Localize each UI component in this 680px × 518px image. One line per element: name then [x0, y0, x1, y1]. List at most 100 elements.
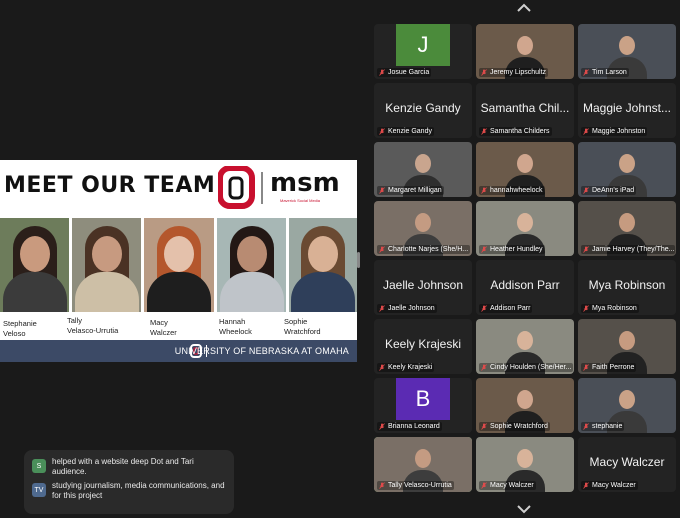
participant-tile[interactable]: Tim Larson: [578, 24, 676, 79]
participant-name: DeAnn's iPad: [592, 187, 635, 194]
muted-mic-icon: [583, 482, 589, 489]
logo-subtext: Maverick Social Media: [280, 198, 321, 203]
muted-mic-icon: [583, 246, 589, 253]
participant-tile[interactable]: Jaelle Johnson Jaelle Johnson: [374, 260, 472, 315]
chevron-down-icon[interactable]: [516, 504, 532, 514]
participant-name: Faith Perrone: [592, 364, 635, 371]
participant-name-label: Keely Krajeski: [377, 363, 435, 372]
slide-footer: UNIVERSITY OF NEBRASKA AT OMAHA: [0, 340, 357, 362]
chat-message: TV studying journalism, media communicat…: [32, 481, 226, 501]
participant-tile[interactable]: Kenzie Gandy Kenzie Gandy: [374, 83, 472, 138]
participant-display-name: Samantha Chil...: [480, 101, 570, 115]
participant-name: Kenzie Gandy: [388, 128, 432, 135]
team-photo-5: [289, 218, 357, 312]
chevron-up-icon[interactable]: [516, 3, 532, 13]
msm-logo: msm Maverick Social Media: [217, 165, 354, 210]
footer-text: UNIVERSITY OF NEBRASKA AT OMAHA: [174, 346, 349, 356]
participant-tile[interactable]: Addison Parr Addison Parr: [476, 260, 574, 315]
participant-name-label: Sophie Wratchford: [479, 422, 550, 431]
participant-tile[interactable]: Samantha Chil... Samantha Childers: [476, 83, 574, 138]
participant-tile[interactable]: Mya Robinson Mya Robinson: [578, 260, 676, 315]
participant-tile[interactable]: Heather Hundley: [476, 201, 574, 256]
participant-tile[interactable]: B Brianna Leonard: [374, 378, 472, 433]
participant-name-label: Brianna Leonard: [377, 422, 442, 431]
muted-mic-icon: [583, 423, 589, 430]
chat-preview[interactable]: S helped with a website deep Dot and Tar…: [24, 450, 234, 514]
participant-tile[interactable]: Charlotte Narjes (She/H...: [374, 201, 472, 256]
participant-tile[interactable]: Jamie Harvey (They/The...: [578, 201, 676, 256]
participant-name: Jeremy Lipschultz: [490, 69, 547, 76]
participant-name: Macy Walczer: [490, 482, 534, 489]
participant-name-label: stephanie: [581, 422, 625, 431]
logo-text: msm: [270, 168, 340, 198]
participant-tile[interactable]: stephanie: [578, 378, 676, 433]
participant-name: Keely Krajeski: [388, 364, 433, 371]
participant-display-name: Jaelle Johnson: [382, 278, 464, 292]
muted-mic-icon: [583, 305, 589, 312]
participant-tile[interactable]: Margaret Milligan: [374, 142, 472, 197]
shared-screen-slide: MEET OUR TEAM msm Maverick Social Media …: [0, 160, 357, 362]
participant-name: Jamie Harvey (They/The...: [592, 246, 675, 253]
participant-name-label: Jeremy Lipschultz: [479, 68, 549, 77]
muted-mic-icon: [481, 246, 487, 253]
participant-name-label: Kenzie Gandy: [377, 127, 434, 136]
participant-tile[interactable]: J Josue Garcia: [374, 24, 472, 79]
muted-mic-icon: [583, 364, 589, 371]
chat-message-text: studying journalism, media communication…: [52, 481, 225, 500]
muted-mic-icon: [481, 187, 487, 194]
participant-display-name: Addison Parr: [490, 278, 560, 292]
muted-mic-icon: [379, 128, 385, 135]
muted-mic-icon: [481, 423, 487, 430]
participant-initial-avatar: B: [396, 378, 450, 420]
participant-name: Jaelle Johnson: [388, 305, 435, 312]
participant-tile[interactable]: Keely Krajeski Keely Krajeski: [374, 319, 472, 374]
participant-name-label: Jamie Harvey (They/The...: [581, 245, 675, 254]
participant-display-name: Maggie Johnst...: [582, 101, 672, 115]
participant-tile[interactable]: Tally Velasco-Urrutia: [374, 437, 472, 492]
team-caption-1: Stephanie Veloso: [3, 319, 37, 338]
participant-display-name: Keely Krajeski: [384, 337, 462, 351]
participant-name-label: Margaret Milligan: [377, 186, 444, 195]
participant-tile[interactable]: Cindy Houlden (She/Her...: [476, 319, 574, 374]
participant-name: Addison Parr: [490, 305, 531, 312]
view-splitter-handle[interactable]: [357, 252, 360, 268]
participant-name: Josue Garcia: [388, 69, 430, 76]
team-photos: [0, 218, 357, 312]
participant-name-label: Charlotte Narjes (She/H...: [377, 245, 471, 254]
participant-display-name: Mya Robinson: [588, 278, 666, 292]
muted-mic-icon: [379, 305, 385, 312]
participant-name-label: Macy Walczer: [479, 481, 536, 490]
participant-tile[interactable]: Faith Perrone: [578, 319, 676, 374]
team-photo-3: [144, 218, 214, 312]
participant-tile[interactable]: Sophie Wratchford: [476, 378, 574, 433]
participant-name: Macy Walczer: [592, 482, 636, 489]
participant-tile[interactable]: Jeremy Lipschultz: [476, 24, 574, 79]
muted-mic-icon: [583, 69, 589, 76]
participant-tile[interactable]: DeAnn's iPad: [578, 142, 676, 197]
participant-name-label: Macy Walczer: [581, 481, 638, 490]
participant-name-label: Jaelle Johnson: [377, 304, 437, 313]
participant-name-label: Maggie Johnston: [581, 127, 648, 136]
participant-name-label: Tim Larson: [581, 68, 629, 77]
muted-mic-icon: [481, 482, 487, 489]
participant-name: Margaret Milligan: [388, 187, 442, 194]
participant-name: Tally Velasco-Urrutia: [388, 482, 452, 489]
participant-display-name: Kenzie Gandy: [385, 101, 461, 115]
participant-tile[interactable]: Macy Walczer: [476, 437, 574, 492]
participant-tile[interactable]: hannahwheelock: [476, 142, 574, 197]
muted-mic-icon: [379, 364, 385, 371]
slide-title: MEET OUR TEAM: [4, 173, 216, 198]
participant-name: hannahwheelock: [490, 187, 543, 194]
participant-name: stephanie: [592, 423, 623, 430]
team-photo-4: [217, 218, 286, 312]
participant-name: Maggie Johnston: [592, 128, 646, 135]
participant-tile[interactable]: Macy Walczer Macy Walczer: [578, 437, 676, 492]
muted-mic-icon: [583, 187, 589, 194]
participant-name: Charlotte Narjes (She/H...: [388, 246, 469, 253]
participant-name-label: Samantha Childers: [479, 127, 552, 136]
participant-display-name: Macy Walczer: [589, 455, 665, 469]
muted-mic-icon: [379, 246, 385, 253]
participant-name: Samantha Childers: [490, 128, 550, 135]
participant-name-label: Faith Perrone: [581, 363, 637, 372]
participant-tile[interactable]: Maggie Johnst... Maggie Johnston: [578, 83, 676, 138]
